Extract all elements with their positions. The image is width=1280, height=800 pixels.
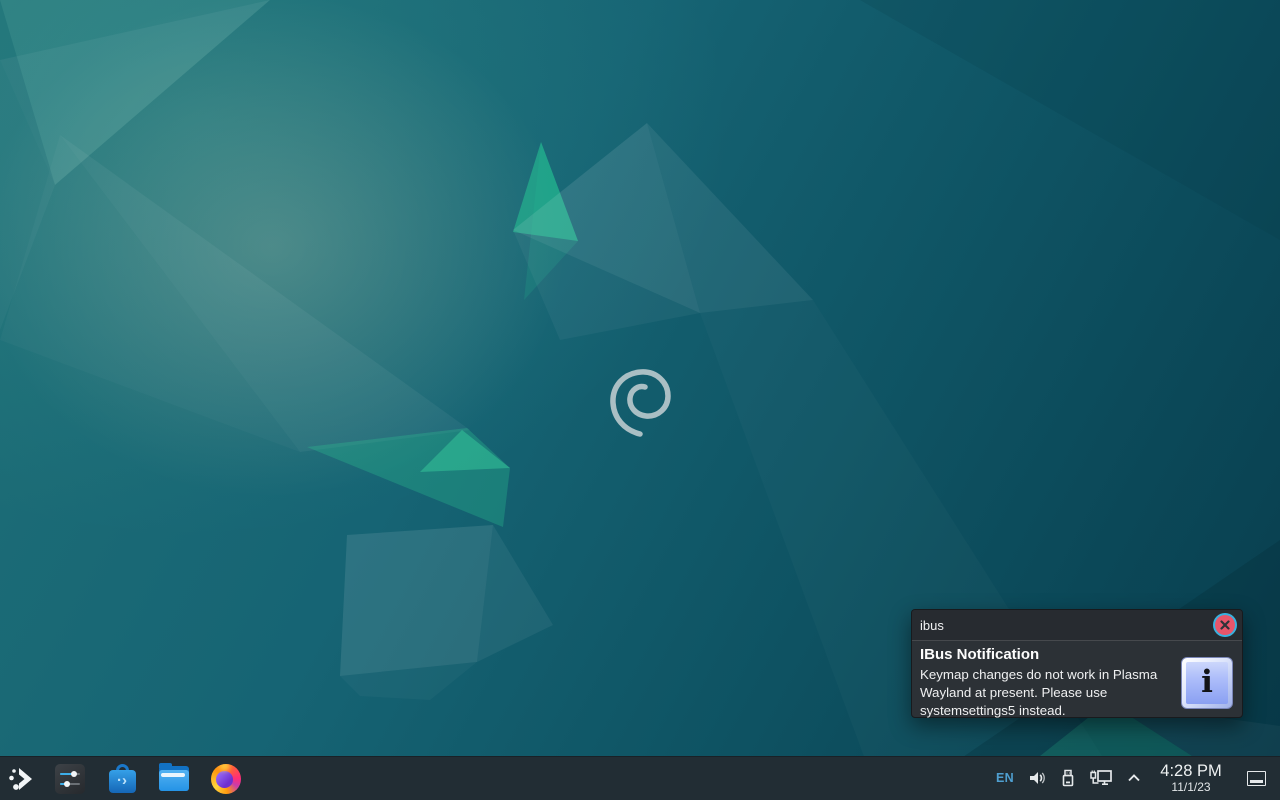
application-launcher-button[interactable] <box>6 763 36 795</box>
notification-message: Keymap changes do not work in Plasma Way… <box>920 666 1171 721</box>
taskbar-item-system-settings[interactable] <box>54 763 86 795</box>
firefox-icon <box>211 764 241 794</box>
notification-header: ibus <box>912 610 1242 641</box>
desktop-wallpaper: ibus IBus Notification Keymap changes do… <box>0 0 1280 800</box>
chevron-up-icon[interactable] <box>1126 771 1142 785</box>
notification-close-button[interactable] <box>1215 615 1235 635</box>
notification-title: IBus Notification <box>920 646 1171 663</box>
wired-network-icon[interactable] <box>1089 768 1113 788</box>
dolphin-file-manager-icon <box>159 766 189 791</box>
system-tray: EN <box>996 763 1266 794</box>
clock-date: 11/1/23 <box>1158 781 1224 794</box>
kde-application-launcher-icon <box>7 765 35 793</box>
notification-app-name: ibus <box>920 618 944 633</box>
taskbar-item-firefox[interactable] <box>210 763 242 795</box>
ibus-letter: i <box>1201 667 1213 698</box>
taskbar-item-dolphin[interactable] <box>158 763 190 795</box>
keyboard-layout-indicator[interactable]: EN <box>996 771 1014 785</box>
show-desktop-button[interactable] <box>1247 771 1266 786</box>
usb-removable-device-icon[interactable] <box>1060 768 1076 788</box>
clock-time: 4:28 PM <box>1158 763 1224 781</box>
taskbar-panel: ·› EN <box>0 756 1280 800</box>
notification-text: IBus Notification Keymap changes do not … <box>920 646 1171 721</box>
notification-popup: ibus IBus Notification Keymap changes do… <box>911 609 1243 718</box>
system-settings-icon <box>55 764 85 794</box>
close-icon <box>1220 620 1230 630</box>
taskbar-item-discover[interactable]: ·› <box>106 763 138 795</box>
discover-software-center-icon: ·› <box>109 764 136 793</box>
ibus-keyboard-key-icon: i <box>1181 657 1233 709</box>
notification-content: IBus Notification Keymap changes do not … <box>912 641 1242 729</box>
digital-clock[interactable]: 4:28 PM 11/1/23 <box>1158 763 1224 794</box>
speaker-icon[interactable] <box>1027 768 1047 788</box>
